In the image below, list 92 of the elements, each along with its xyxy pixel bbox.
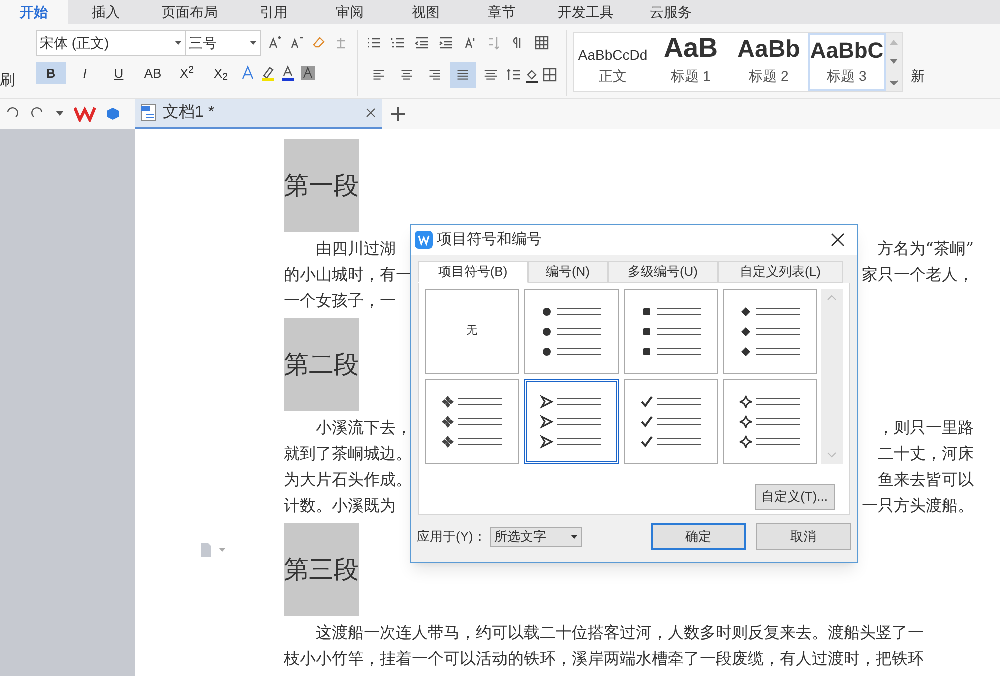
menu-tab[interactable]: 页面布局 — [144, 0, 236, 24]
caret-icon[interactable] — [56, 111, 64, 116]
bullet-style-option[interactable] — [425, 379, 520, 464]
heading: 第二段 — [284, 318, 359, 411]
customize-button[interactable]: 自定义(T)... — [754, 484, 835, 510]
ok-button[interactable]: 确定 — [651, 523, 746, 550]
dialog-tab[interactable]: 多级编号(U) — [608, 261, 718, 283]
scroll-down-icon — [827, 452, 838, 458]
style-preset[interactable]: AaB 标题 1 — [652, 33, 730, 92]
dialog-tab[interactable]: 编号(N) — [528, 261, 608, 283]
document-tab[interactable]: 文档1 * — [135, 98, 382, 129]
menu-tab[interactable]: 云服务 — [632, 0, 710, 24]
align-icon — [428, 68, 442, 82]
table-icon[interactable] — [534, 35, 550, 52]
paragraph-text: 家只一个老人， — [862, 264, 974, 286]
align-icon — [484, 68, 498, 82]
paragraph-text: 由四川过湖 — [316, 238, 396, 260]
caret-icon — [175, 41, 182, 46]
font-size-select[interactable]: 三号 — [185, 30, 261, 56]
menu-tab[interactable]: 插入 — [68, 0, 144, 24]
scroll-up-icon — [827, 295, 838, 301]
bullet-style-option[interactable] — [524, 289, 619, 374]
paragraph-text: 这渡船一次连人带马，约可以载二十位搭客过河，人数多时则反复来去。渡船头竖了一 — [316, 622, 924, 644]
heading: 第一段 — [284, 139, 359, 232]
paragraph-text: 鱼来去皆可以 — [878, 469, 974, 491]
format-button[interactable]: X$^{2}$ — [172, 62, 202, 84]
paragraph-text: 计数。小溪既为 — [284, 495, 396, 517]
bullet-list-preview-icon — [539, 392, 604, 450]
paragraph-text: 一个女孩子，一 — [284, 290, 396, 312]
menu-tab[interactable]: 引用 — [236, 0, 312, 24]
add-tab-icon[interactable] — [390, 106, 406, 122]
format-button[interactable]: I — [70, 62, 100, 84]
bullet-style-option[interactable] — [722, 379, 818, 464]
bullet-style-option[interactable] — [722, 289, 818, 374]
format-button[interactable]: U — [104, 62, 134, 84]
paragraph-text: 方名为“茶峒” — [878, 238, 974, 260]
paragraph-text: 为大片石头作成。 — [284, 469, 412, 491]
paragraph-text: 枝小小竹竿，挂着一个可以活动的铁环，溪岸两端水槽牵了一段废缆，有人过渡时，把铁环 — [284, 648, 924, 670]
menu-tab[interactable]: 开始 — [0, 0, 68, 24]
heading: 第三段 — [284, 523, 359, 616]
paragraph-text: 就到了茶峒城边。 — [284, 443, 412, 465]
menu-tab[interactable]: 视图 — [388, 0, 464, 24]
cancel-button[interactable]: 取消 — [756, 523, 851, 550]
format-painter-label[interactable]: 刷 — [0, 73, 30, 88]
dialog-title: 项目符号和编号 — [437, 230, 543, 250]
format-button[interactable]: AB — [138, 62, 168, 84]
indent-icon[interactable] — [438, 35, 454, 52]
align-icon — [372, 68, 386, 82]
align-icon — [400, 68, 414, 82]
scrollbar[interactable] — [821, 289, 843, 464]
close-icon[interactable] — [366, 108, 376, 118]
new-style-label[interactable]: 新 — [911, 66, 925, 88]
style-preset[interactable]: AaBb 标题 2 — [730, 33, 808, 92]
app-logo-icon — [415, 231, 433, 249]
font-color-icon[interactable] — [280, 65, 296, 82]
menu-tab[interactable]: 章节 — [464, 0, 540, 24]
menu-tab[interactable]: 开发工具 — [540, 0, 632, 24]
format-button[interactable]: X$_{2}$ — [206, 62, 236, 84]
bullet-style-option[interactable] — [624, 289, 718, 374]
logo-icon[interactable] — [74, 106, 96, 122]
dialog-tab[interactable]: 项目符号(B) — [418, 261, 528, 283]
paragraph-text: 二十丈，河床 — [878, 443, 974, 465]
style-preset[interactable]: AaBbCcDd 正文 — [574, 33, 652, 92]
highlighter-icon[interactable] — [260, 65, 276, 82]
bullet-style-option[interactable]: 无 — [425, 289, 520, 374]
font-select[interactable]: 宋体 (正文) — [36, 30, 186, 56]
paragraph-text: ，则只一里路 — [878, 417, 974, 439]
shading-icon[interactable] — [300, 65, 316, 82]
bullet-style-option[interactable] — [524, 379, 619, 464]
format-button[interactable]: B — [36, 62, 66, 84]
borders-icon[interactable] — [542, 67, 558, 84]
expand-icon — [890, 78, 898, 85]
bullet-style-option[interactable] — [624, 379, 718, 464]
close-icon[interactable] — [831, 233, 845, 247]
align-icon — [456, 68, 470, 82]
apply-to-select[interactable]: 所选文字 — [490, 526, 582, 546]
caret-icon — [250, 41, 257, 46]
text-effect-icon[interactable] — [240, 65, 256, 82]
document-icon — [141, 104, 157, 122]
paragraph-text: 一只方头渡船。 — [862, 495, 974, 517]
align-button[interactable] — [450, 62, 476, 88]
style-preset[interactable]: AaBbC 标题 3 — [808, 33, 886, 92]
caret-icon — [571, 534, 578, 538]
outdent-icon[interactable] — [414, 35, 430, 52]
cube-icon[interactable] — [106, 106, 120, 121]
menu-tab[interactable]: 审阅 — [312, 0, 388, 24]
gallery-scrollbar[interactable] — [886, 33, 902, 92]
apply-to-label: 应用于(Y)： — [417, 528, 486, 546]
scroll-down-icon — [890, 58, 898, 64]
scroll-up-icon — [890, 40, 898, 46]
dialog-tab[interactable]: 自定义列表(L) — [718, 261, 843, 283]
paragraph-text: 小溪流下去， — [316, 417, 412, 439]
